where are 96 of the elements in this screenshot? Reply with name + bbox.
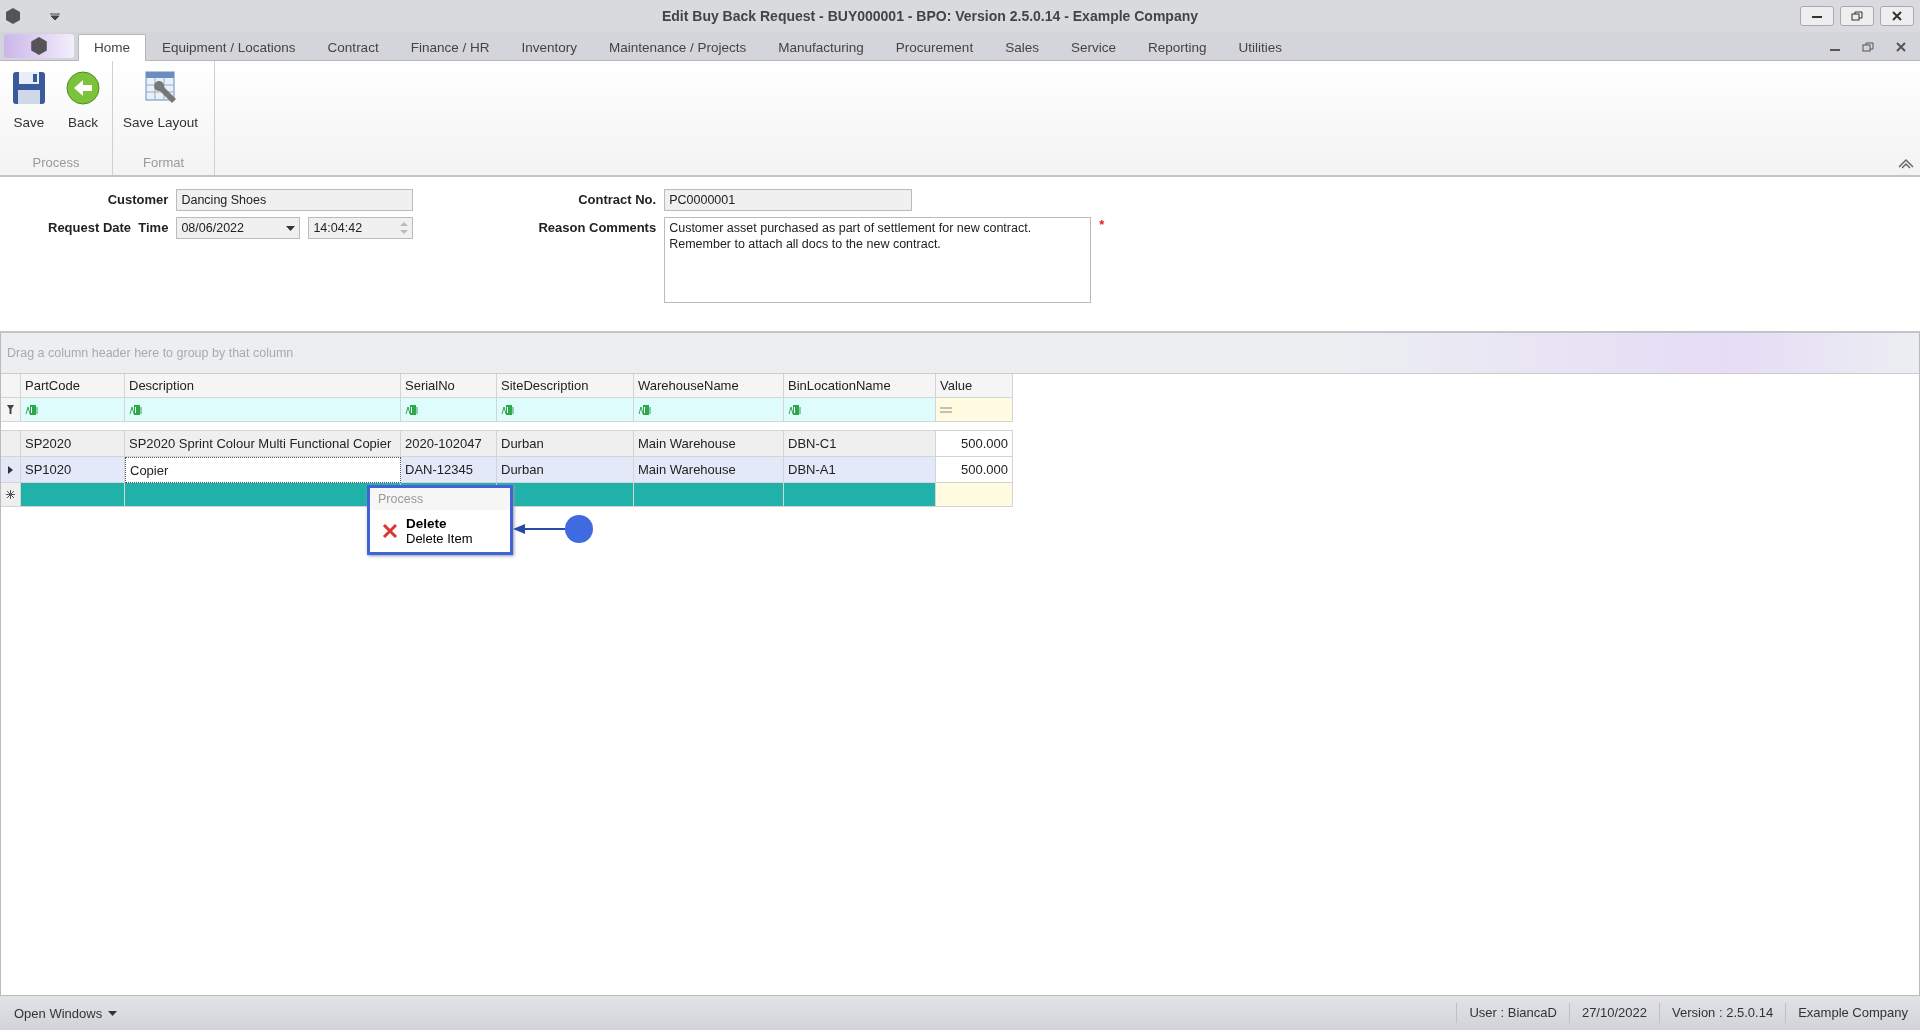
restore-icon (1851, 11, 1863, 21)
restore-icon[interactable] (1862, 42, 1874, 52)
column-header[interactable]: Description (125, 374, 401, 398)
ribbon-tab[interactable]: Utilities (1222, 34, 1298, 60)
table-cell: DAN-12345 (401, 457, 497, 483)
text-filter-icon (501, 404, 517, 415)
table-cell: SP2020 (21, 431, 125, 457)
delete-icon (382, 523, 398, 539)
minimize-icon (1812, 14, 1822, 18)
column-header[interactable]: SerialNo (401, 374, 497, 398)
group-panel-hint: Drag a column header here to group by that column (1, 333, 1919, 374)
ribbon-tab[interactable]: Home (78, 34, 146, 61)
filter-cell[interactable] (125, 398, 401, 422)
table-cell: Main Warehouse (634, 457, 784, 483)
contract-field[interactable]: PC0000001 (664, 189, 913, 211)
table-cell: Copier (125, 457, 401, 483)
text-filter-icon (788, 404, 804, 415)
status-date: 27/10/2022 (1568, 1003, 1659, 1023)
column-header[interactable]: WarehouseName (634, 374, 784, 398)
ribbon-button[interactable]: Save Layout (117, 67, 205, 153)
reason-comments-field[interactable]: Customer asset purchased as part of settlement for new contract. Remember to attach all docs to the new contract. (664, 217, 1092, 303)
required-marker: * (1099, 217, 1105, 234)
caret-icon (108, 1010, 118, 1016)
ribbon-tab[interactable]: Sales (989, 34, 1055, 60)
customer-field[interactable]: Dancing Shoes (176, 189, 414, 211)
status-version: Version : 2.5.0.14 (1659, 1003, 1786, 1023)
field-label: Customer (106, 191, 169, 209)
table-cell: Main Warehouse (634, 431, 784, 457)
ribbon-tab[interactable]: Procurement (879, 34, 990, 60)
ribbon-tab[interactable]: Equipment / Locations (146, 34, 312, 60)
table-cell: Durban (497, 457, 634, 483)
new-row-cell[interactable] (784, 483, 936, 507)
field-label: Contract No. (577, 191, 657, 209)
restore-button[interactable] (1840, 6, 1874, 26)
filter-cell[interactable] (21, 398, 125, 422)
text-filter-icon (129, 404, 145, 415)
status-user: User : BiancaD (1456, 1003, 1569, 1023)
delete-menu-item[interactable]: Delete Delete Item (370, 510, 481, 552)
column-header[interactable]: BinLocationName (784, 374, 936, 398)
dropdown-caret-icon[interactable] (50, 12, 60, 20)
new-row-cell[interactable] (21, 483, 125, 507)
ribbon-tab[interactable]: Service (1054, 34, 1132, 60)
text-filter-icon (25, 404, 41, 415)
ribbon-tab[interactable]: Inventory (505, 34, 593, 60)
column-header[interactable]: PartCode (21, 374, 125, 398)
app-logo-icon (29, 36, 49, 56)
date-field[interactable]: 08/06/2022 (176, 217, 301, 239)
ribbon-tab[interactable]: Finance / HR (394, 34, 506, 60)
column-header[interactable]: SiteDescription (497, 374, 634, 398)
table-cell: DBN-A1 (784, 457, 936, 483)
ribbon-button[interactable]: Back (58, 67, 108, 153)
table-cell: SP2020 Sprint Colour Multi Functional Copier (125, 431, 401, 457)
column-header[interactable]: Value (936, 374, 1013, 398)
filter-cell[interactable] (401, 398, 497, 422)
close-icon (1892, 11, 1902, 21)
row-indicator[interactable] (1, 457, 21, 483)
filter-cell[interactable] (634, 398, 784, 422)
minimize-button[interactable] (1800, 6, 1834, 26)
collapse-ribbon-icon[interactable] (1898, 157, 1914, 169)
field-label: Reason Comments (538, 219, 657, 237)
app-menu-button[interactable] (4, 34, 74, 58)
text-filter-icon (405, 404, 421, 415)
table-cell: SP1020 (21, 457, 125, 483)
open-windows-button[interactable]: Open Windows (8, 1004, 124, 1022)
ribbon-group-label: Process (31, 154, 81, 172)
window-title: Edit Buy Back Request - BUY000001 - BPO: Version 2.5.0.14 - Example Company (660, 8, 1200, 24)
ribbon-tab[interactable]: Reporting (1131, 34, 1223, 60)
new-row-cell[interactable] (634, 483, 784, 507)
filter-cell[interactable] (784, 398, 936, 422)
dropdown-caret-icon[interactable] (286, 225, 296, 231)
table-cell: 2020-102047 (401, 431, 497, 457)
close-icon[interactable] (1896, 42, 1906, 52)
text-filter-icon (638, 404, 654, 415)
close-button[interactable] (1880, 6, 1914, 26)
table-cell: 500.000 (936, 457, 1013, 483)
table-cell: Durban (497, 431, 634, 457)
ribbon-button[interactable]: Save (4, 67, 54, 153)
app-logo-icon (4, 7, 22, 25)
new-row-icon (6, 490, 15, 499)
filter-cell[interactable] (936, 398, 1013, 422)
spin-arrows-icon[interactable] (400, 222, 409, 234)
status-company: Example Company (1785, 1003, 1920, 1023)
table-cell: 500.000 (936, 431, 1013, 457)
ribbon-tab[interactable]: Contract (311, 34, 395, 60)
menu-header: Process (370, 488, 510, 510)
time-field[interactable]: 14:04:42 (308, 217, 414, 239)
table-cell: DBN-C1 (784, 431, 936, 457)
new-row-cell[interactable] (936, 483, 1013, 507)
field-label: Request Date Time (48, 219, 169, 237)
ribbon-tab[interactable]: Maintenance / Projects (592, 34, 763, 60)
ribbon-tab[interactable]: Manufacturing (762, 34, 880, 60)
ribbon-group-label: Format (142, 154, 186, 172)
row-indicator-icon (8, 465, 13, 474)
row-indicator[interactable] (1, 483, 21, 507)
equals-filter-icon (940, 406, 952, 413)
filter-cell[interactable] (497, 398, 634, 422)
